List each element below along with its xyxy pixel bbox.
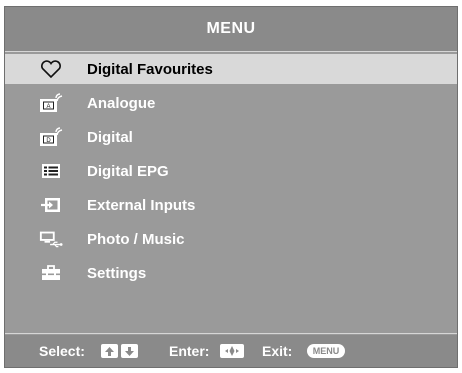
select-hint-label: Select: [39,343,85,359]
enter-key-icon [220,344,244,358]
digital-tv-icon: D [39,127,63,147]
menu-title: MENU [206,20,256,37]
menu-key-icon: MENU [307,344,345,358]
menu-item-settings[interactable]: Settings [5,258,457,288]
up-arrow-key-icon [101,344,118,358]
menu-item-label: External Inputs [87,196,196,214]
analogue-tv-icon: A [39,93,63,113]
divider-top [5,51,457,52]
menu-item-label: Analogue [87,94,156,112]
menu-item-label: Settings [87,264,147,282]
menu-item-label: Digital EPG [87,162,169,180]
menu-item-digital-epg[interactable]: Digital EPG [5,156,457,186]
menu-item-label: Digital [87,128,133,146]
footer-help-bar: Select: Enter: Exit: MENU [5,335,457,367]
usb-device-icon [39,229,63,249]
enter-hint-label: Enter: [169,343,210,359]
svg-text:D: D [46,138,51,144]
menu-title-bar: MENU [5,7,457,51]
heart-icon [39,59,63,79]
menu-item-analogue[interactable]: A Analogue [5,88,457,118]
svg-text:A: A [46,104,50,110]
menu-item-photo-music[interactable]: Photo / Music [5,224,457,254]
divider-bottom [5,333,457,334]
tv-menu-screen: MENU Digital Favourites A Analogue D Dig… [4,6,458,368]
epg-guide-icon [39,161,63,181]
toolbox-icon [39,263,63,283]
menu-item-label: Digital Favourites [87,60,213,78]
menu-item-digital[interactable]: D Digital [5,122,457,152]
external-input-icon [39,195,63,215]
menu-item-label: Photo / Music [87,230,185,248]
down-arrow-key-icon [121,344,138,358]
exit-hint-label: Exit: [262,343,293,359]
menu-item-digital-favourites[interactable]: Digital Favourites [5,54,457,84]
menu-item-external-inputs[interactable]: External Inputs [5,190,457,220]
